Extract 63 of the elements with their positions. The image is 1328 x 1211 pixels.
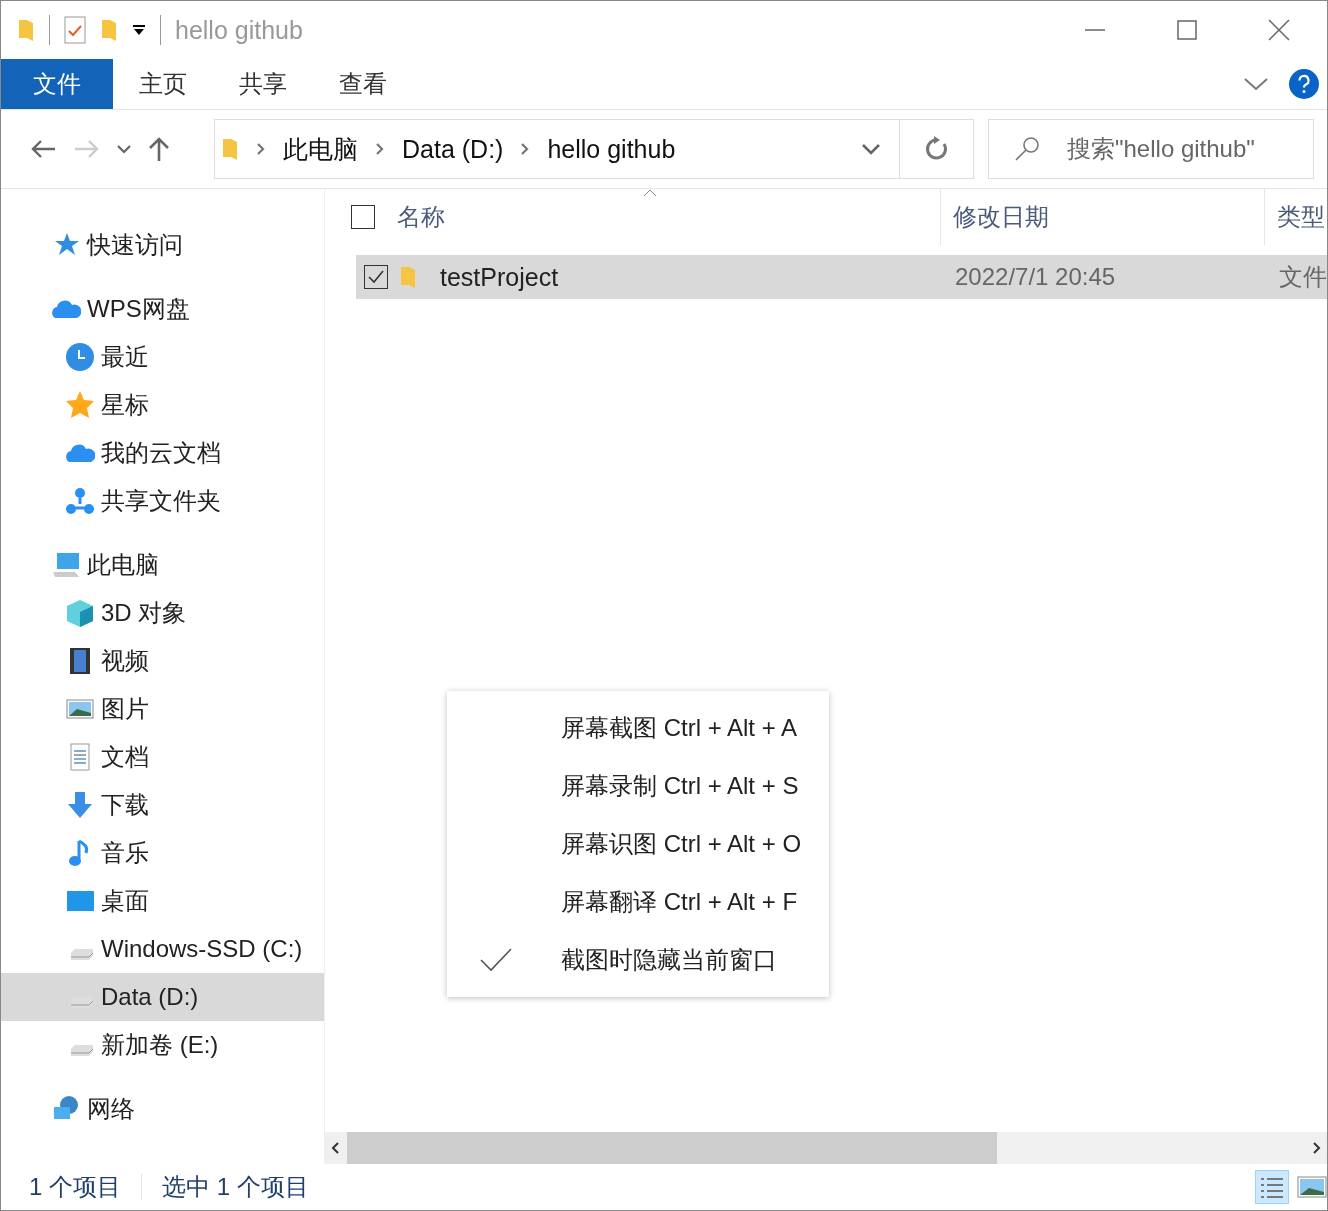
help-icon[interactable] bbox=[1289, 69, 1319, 99]
sidebar-item[interactable]: 共享文件夹 bbox=[1, 477, 324, 525]
folder-icon bbox=[398, 264, 418, 290]
sidebar-item[interactable]: WPS网盘 bbox=[1, 285, 324, 333]
refresh-icon bbox=[923, 136, 950, 162]
sidebar-item[interactable]: 音乐 bbox=[1, 829, 324, 877]
sidebar-item[interactable]: 视频 bbox=[1, 637, 324, 685]
file-row[interactable]: testProject 2022/7/1 20:45 文件 bbox=[356, 255, 1327, 299]
breadcrumb-item[interactable]: Data (D:) bbox=[402, 134, 504, 164]
download-icon bbox=[65, 790, 95, 820]
select-all-checkbox[interactable] bbox=[351, 205, 375, 229]
share-icon bbox=[65, 486, 95, 516]
sidebar-item[interactable]: 桌面 bbox=[1, 877, 324, 925]
clock-icon bbox=[65, 342, 95, 372]
window-title: hello github bbox=[175, 15, 303, 45]
breadcrumb-item[interactable]: 此电脑 bbox=[283, 132, 358, 166]
ribbon-tab[interactable]: 共享 bbox=[213, 59, 313, 109]
sidebar-item[interactable]: 新加卷 (E:) bbox=[1, 1021, 324, 1069]
ribbon-tab[interactable]: 查看 bbox=[313, 59, 413, 109]
sidebar-item[interactable]: 下载 bbox=[1, 781, 324, 829]
scroll-left-icon[interactable] bbox=[331, 1141, 341, 1155]
column-header[interactable]: 修改日期 bbox=[941, 189, 1265, 245]
sidebar-item[interactable]: 快速访问 bbox=[1, 221, 324, 269]
sidebar-item[interactable]: 网络 bbox=[1, 1085, 324, 1133]
ribbon-tab[interactable]: 主页 bbox=[113, 59, 213, 109]
large-icons-view-button[interactable] bbox=[1297, 1174, 1327, 1200]
sort-indicator-icon bbox=[643, 189, 657, 197]
sidebar-item[interactable]: 星标 bbox=[1, 381, 324, 429]
sidebar-item[interactable]: 图片 bbox=[1, 685, 324, 733]
menu-item[interactable]: 屏幕录制 Ctrl + Alt + S bbox=[447, 757, 829, 815]
cube-icon bbox=[65, 598, 95, 628]
file-name: testProject bbox=[440, 262, 559, 292]
sidebar-item[interactable]: 此电脑 bbox=[1, 541, 324, 589]
star-icon bbox=[65, 390, 95, 420]
row-checkbox[interactable] bbox=[364, 265, 388, 289]
expand-ribbon-icon[interactable] bbox=[1243, 76, 1269, 92]
horizontal-scrollbar[interactable] bbox=[325, 1132, 1327, 1164]
sidebar-item[interactable]: Windows-SSD (C:) bbox=[1, 925, 324, 973]
menu-item[interactable]: 屏幕翻译 Ctrl + Alt + F bbox=[447, 873, 829, 931]
status-text: 1 个项目 bbox=[29, 1172, 121, 1202]
dropdown-icon[interactable] bbox=[132, 24, 146, 36]
breadcrumb-item[interactable]: hello github bbox=[547, 134, 676, 164]
column-header[interactable]: 类型 bbox=[1265, 201, 1325, 233]
menu-item[interactable]: 屏幕识图 Ctrl + Alt + O bbox=[447, 815, 829, 873]
sidebar-item[interactable]: Data (D:) bbox=[1, 973, 324, 1021]
pc-icon bbox=[51, 550, 81, 580]
sidebar-item[interactable]: 最近 bbox=[1, 333, 324, 381]
address-bar[interactable]: 此电脑 Data (D:) hello github bbox=[214, 119, 900, 179]
sidebar-item[interactable]: 3D 对象 bbox=[1, 589, 324, 637]
status-text: 选中 1 个项目 bbox=[162, 1172, 309, 1202]
scroll-right-icon[interactable] bbox=[1311, 1141, 1321, 1155]
properties-icon[interactable] bbox=[64, 16, 86, 44]
details-view-button[interactable] bbox=[1255, 1170, 1289, 1204]
modified-date: 2022/7/1 20:45 bbox=[955, 263, 1117, 291]
column-header[interactable]: 名称 bbox=[397, 201, 445, 233]
search-field[interactable]: 搜索"hello github" bbox=[988, 119, 1314, 179]
menu-item[interactable]: 截图时隐藏当前窗口 bbox=[447, 931, 829, 989]
folder-icon bbox=[221, 136, 239, 162]
table-cell-text: 文件 bbox=[1279, 262, 1327, 292]
menu-item[interactable]: 屏幕截图 Ctrl + Alt + A bbox=[447, 699, 829, 757]
refresh-button[interactable] bbox=[900, 119, 974, 179]
sidebar-item[interactable]: 我的云文档 bbox=[1, 429, 324, 477]
sidebar-item[interactable]: 文档 bbox=[1, 733, 324, 781]
